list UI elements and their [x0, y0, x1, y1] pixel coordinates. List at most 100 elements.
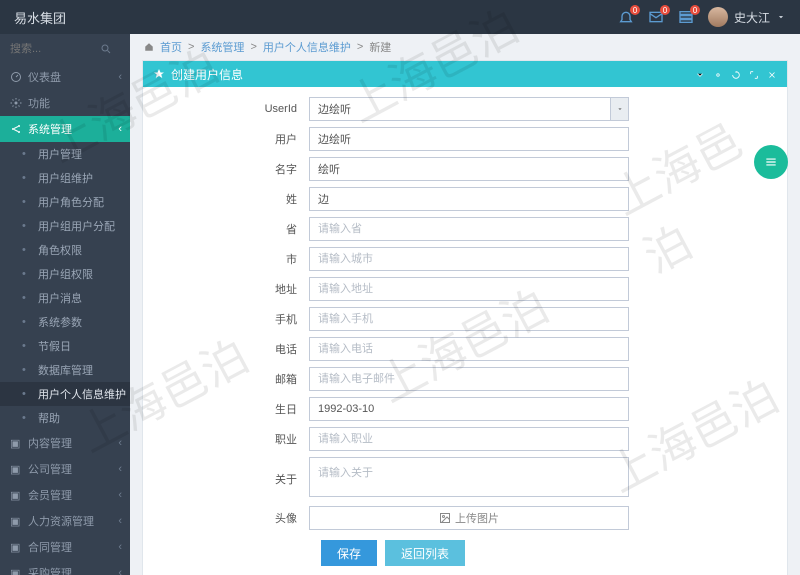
chevron-left-icon: ‹: [118, 541, 122, 553]
sidebar-menu-rest: ▣内容管理‹▣公司管理‹▣会员管理‹▣人力资源管理‹▣合同管理‹▣采购管理‹▣订…: [0, 430, 130, 575]
sidebar-sub-label: 用户消息: [38, 290, 82, 306]
sidebar-sub-item[interactable]: •用户个人信息维护: [0, 382, 130, 406]
bell-badge: 0: [630, 5, 640, 15]
tasks-icon[interactable]: 0: [678, 9, 694, 25]
userid-select[interactable]: 边绘听: [309, 97, 629, 121]
pin-icon: [153, 68, 165, 80]
email-field[interactable]: [309, 367, 629, 391]
crumb-home[interactable]: 首页: [160, 39, 182, 55]
sidebar-item-system[interactable]: 系统管理 ‹: [0, 116, 130, 142]
sidebar-item[interactable]: ▣ 合同管理 ‹: [0, 534, 130, 560]
sidebar-sub-label: 用户组维护: [38, 170, 93, 186]
sidebar-sub-item[interactable]: •节假日: [0, 334, 130, 358]
sidebar-item[interactable]: ▣内容管理‹: [0, 430, 130, 456]
sidebar-item[interactable]: ▣会员管理‹: [0, 482, 130, 508]
chevron-left-icon: ‹: [118, 123, 122, 135]
userid-value: 边绘听: [318, 101, 351, 117]
fullscreen-icon[interactable]: [749, 69, 759, 79]
sidebar-sub-item[interactable]: •数据库管理: [0, 358, 130, 382]
search-icon: [100, 43, 112, 55]
label-about: 关于: [159, 471, 309, 487]
sidebar: 仪表盘 ‹ 功能 系统管理 ‹ •用户管理•用户组维护•用户角色分配•用户组用户…: [0, 34, 130, 575]
sidebar-sub-item[interactable]: •系统参数: [0, 310, 130, 334]
label-email: 邮箱: [159, 371, 309, 387]
province-field[interactable]: [309, 217, 629, 241]
sidebar-sub-item[interactable]: •帮助: [0, 406, 130, 430]
search-input[interactable]: [10, 43, 100, 55]
dot-icon: •: [22, 172, 32, 184]
sidebar-item-label: 合同管理: [28, 539, 72, 555]
sidebar-sub-item[interactable]: • 用户组用户分配: [0, 214, 130, 238]
panel-head: 创建用户信息: [143, 61, 787, 87]
panel-tools: [695, 69, 777, 79]
dot-icon: •: [22, 388, 32, 400]
fab-menu[interactable]: [754, 145, 788, 179]
dot-icon: •: [22, 148, 32, 160]
user-field[interactable]: [309, 127, 629, 151]
sidebar-item-dashboard[interactable]: 仪表盘 ‹: [0, 64, 130, 90]
dot-icon: •: [22, 340, 32, 352]
folder-icon: ▣: [10, 541, 22, 553]
sidebar-item-label: 公司管理: [28, 461, 72, 477]
dot-icon: •: [22, 316, 32, 328]
crumb-a[interactable]: 系统管理: [200, 39, 244, 55]
save-button[interactable]: 保存: [321, 540, 377, 566]
label-avatar: 头像: [159, 510, 309, 526]
sidebar-sub-item[interactable]: •用户角色分配: [0, 190, 130, 214]
chevron-left-icon: ‹: [118, 567, 122, 575]
dot-icon: •: [22, 220, 32, 232]
sidebar-item-label: 系统管理: [28, 121, 72, 137]
surname-field[interactable]: [309, 187, 629, 211]
sidebar-sub-item[interactable]: •用户消息: [0, 286, 130, 310]
sidebar-sub-label: 用户组用户分配: [38, 218, 115, 234]
share-icon: [10, 123, 22, 135]
sidebar-item[interactable]: ▣采购管理‹: [0, 560, 130, 575]
about-field[interactable]: [309, 457, 629, 497]
sidebar-item[interactable]: ▣人力资源管理‹: [0, 508, 130, 534]
upload-label: 上传图片: [455, 510, 499, 526]
folder-icon: ▣: [10, 567, 22, 575]
bell-icon[interactable]: 0: [618, 9, 634, 25]
reload-icon[interactable]: [731, 69, 741, 79]
topbar: 易水集团 0 0 0 史大江: [0, 0, 800, 34]
crumb-b[interactable]: 用户个人信息维护: [263, 39, 351, 55]
label-city: 市: [159, 251, 309, 267]
sidebar-sub-item[interactable]: • 用户组维护: [0, 166, 130, 190]
panel: 创建用户信息 UserId 边绘听 用户 名字 姓: [142, 60, 788, 575]
label-userid: UserId: [159, 103, 309, 115]
sidebar-header-features: 功能: [0, 90, 130, 116]
name-field[interactable]: [309, 157, 629, 181]
menu-icon: [764, 155, 778, 169]
folder-icon: ▣: [10, 515, 22, 527]
dot-icon: •: [22, 268, 32, 280]
address-field[interactable]: [309, 277, 629, 301]
chevron-down-icon: [776, 12, 786, 22]
close-icon[interactable]: [767, 69, 777, 79]
phone-field[interactable]: [309, 337, 629, 361]
sidebar-sub-item[interactable]: •用户管理: [0, 142, 130, 166]
upload-button[interactable]: 上传图片: [309, 506, 629, 530]
dot-icon: •: [22, 412, 32, 424]
back-button[interactable]: 返回列表: [385, 540, 465, 566]
brand: 易水集团: [14, 8, 66, 27]
birthday-field[interactable]: [309, 397, 629, 421]
sidebar-sub-item[interactable]: •用户组权限: [0, 262, 130, 286]
sidebar-search[interactable]: [0, 34, 130, 64]
job-field[interactable]: [309, 427, 629, 451]
collapse-icon[interactable]: [695, 69, 705, 79]
city-field[interactable]: [309, 247, 629, 271]
sidebar-sub-item[interactable]: •角色权限: [0, 238, 130, 262]
dot-icon: •: [22, 364, 32, 376]
config-icon[interactable]: [713, 69, 723, 79]
chevron-down-icon: [610, 98, 628, 120]
breadcrumb: 首页 > 系统管理 > 用户个人信息维护 > 新建: [130, 34, 800, 60]
label-birthday: 生日: [159, 401, 309, 417]
mobile-field[interactable]: [309, 307, 629, 331]
label-province: 省: [159, 221, 309, 237]
chevron-left-icon: ‹: [118, 437, 122, 449]
label-surname: 姓: [159, 191, 309, 207]
crumb-c: 新建: [369, 39, 391, 55]
mail-icon[interactable]: 0: [648, 9, 664, 25]
sidebar-item[interactable]: ▣公司管理‹: [0, 456, 130, 482]
user-menu[interactable]: 史大江: [708, 7, 786, 27]
